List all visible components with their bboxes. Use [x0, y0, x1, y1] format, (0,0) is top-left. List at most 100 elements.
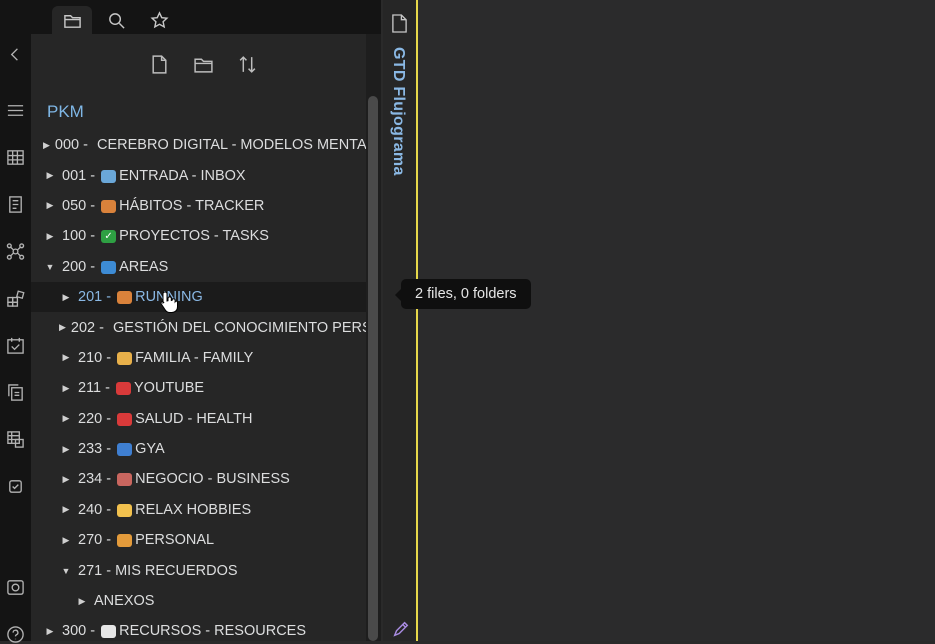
person-relaxing-icon [117, 503, 133, 517]
tab-file-explorer[interactable] [52, 6, 92, 34]
tree-item[interactable]: ▼ 271 - MIS RECUERDOS [31, 555, 366, 585]
tree-item[interactable]: ▶ 202 - GESTIÓN DEL CONOCIMIENTO PERSONAL [31, 312, 366, 342]
table-icon[interactable] [5, 147, 25, 167]
tree-item-label: PERSONAL [135, 532, 215, 549]
expand-triangle-icon[interactable]: ▶ [43, 170, 57, 181]
menu-icon[interactable] [5, 100, 25, 120]
tree-item-label: GESTIÓN DEL CONOCIMIENTO PERSONAL [113, 319, 366, 336]
folder-icon [63, 14, 81, 28]
main-editor-area[interactable] [418, 0, 935, 641]
vault-name[interactable]: PKM [47, 102, 84, 122]
expand-triangle-icon[interactable]: ▶ [59, 504, 73, 515]
tree-item-code: 271 - [78, 562, 112, 579]
new-folder-button[interactable] [191, 52, 215, 76]
collapse-sidebar-icon[interactable] [5, 44, 25, 64]
graph-view-icon[interactable] [5, 241, 25, 261]
expand-triangle-icon[interactable]: ▶ [59, 352, 73, 363]
tree-item-code: 211 - [78, 380, 110, 397]
tree-item-label: MIS RECUERDOS [115, 562, 238, 579]
tree-item[interactable]: ▶ 234 - NEGOCIO - BUSINESS [31, 464, 366, 494]
globe-icon [101, 260, 117, 274]
stacked-tab[interactable]: GTD Flujograma [383, 0, 416, 641]
expand-triangle-icon[interactable]: ▶ [75, 596, 89, 607]
tree-item[interactable]: ▶ 233 - GYA [31, 434, 366, 464]
vault-icon[interactable] [5, 577, 25, 597]
expand-triangle-icon[interactable]: ▶ [43, 200, 57, 211]
sort-button[interactable] [235, 52, 259, 76]
stacked-tab-title[interactable]: GTD Flujograma [389, 47, 407, 176]
runner-icon [117, 291, 133, 305]
tab-search[interactable] [96, 6, 136, 34]
tree-item-label: HÁBITOS - TRACKER [119, 197, 265, 214]
tree-item-label: AREAS [119, 258, 169, 275]
tree-item[interactable]: ▶ 300 - RECURSOS - RESOURCES [31, 616, 366, 641]
tree-item[interactable]: ▶ 000 - CEREBRO DIGITAL - MODELOS MENTALE… [31, 130, 366, 160]
document-icon [391, 14, 408, 38]
expand-triangle-icon[interactable]: ▶ [59, 535, 73, 546]
tree-item[interactable]: ▶ 001 - ENTRADA - INBOX [31, 160, 366, 190]
tree-item-code: 100 - [62, 228, 96, 245]
tree-item[interactable]: ▶ 211 - YOUTUBE [31, 373, 366, 403]
collapse-triangle-icon[interactable]: ▼ [59, 566, 73, 576]
tree-item-code: 202 - [70, 319, 104, 336]
tree-item[interactable]: ▶ ANEXOS [31, 586, 366, 616]
expand-triangle-icon[interactable]: ▶ [59, 474, 73, 485]
calendar-icon[interactable] [5, 335, 25, 355]
tree-item-label: NEGOCIO - BUSINESS [135, 471, 290, 488]
house-icon [117, 351, 133, 365]
expand-triangle-icon[interactable]: ▶ [59, 383, 73, 394]
expand-triangle-icon[interactable]: ▶ [59, 322, 66, 333]
sidebar-tab-strip [31, 0, 381, 34]
tree-item-label: SALUD - HEALTH [135, 410, 253, 427]
left-ribbon [0, 0, 31, 644]
tree-item[interactable]: ▶201 - RUNNING [31, 281, 366, 313]
inbox-tray-icon [101, 169, 117, 183]
file-explorer: PKM ▶ 000 - CEREBRO DIGITAL - MODELOS MEN… [31, 34, 366, 641]
tree-item[interactable]: ▶ 050 - HÁBITOS - TRACKER [31, 191, 366, 221]
blue-book-icon [117, 443, 133, 457]
collapse-triangle-icon[interactable]: ▼ [43, 262, 57, 272]
sidebar-scrollbar-thumb[interactable] [368, 96, 378, 641]
tree-item-code: 200 - [62, 258, 96, 275]
tree-item-label: FAMILIA - FAMILY [135, 349, 254, 366]
check-mark-icon: ✓ [101, 230, 117, 244]
tree-item-code: 240 - [78, 501, 112, 518]
new-note-button[interactable] [147, 52, 171, 76]
heart-icon [117, 412, 133, 426]
tree-item-label: CEREBRO DIGITAL - MODELOS MENTALES [97, 137, 366, 154]
tree-item-code: 210 - [78, 349, 112, 366]
expand-triangle-icon[interactable]: ▶ [59, 413, 73, 424]
compass-icon [117, 534, 133, 548]
help-icon[interactable] [5, 624, 25, 644]
new-folder-icon [193, 58, 213, 73]
edit-icon[interactable] [392, 620, 410, 643]
expand-triangle-icon[interactable]: ▶ [43, 626, 57, 637]
file-tree: ▶ 000 - CEREBRO DIGITAL - MODELOS MENTALE… [31, 130, 366, 641]
tree-item[interactable]: ▶ 210 - FAMILIA - FAMILY [31, 343, 366, 373]
tree-item[interactable]: ▶ 270 - PERSONAL [31, 525, 366, 555]
tree-item-label: RECURSOS - RESOURCES [119, 623, 307, 640]
expand-triangle-icon[interactable]: ▶ [43, 231, 57, 242]
copy-icon[interactable] [5, 382, 25, 402]
tree-item[interactable]: ▶ 100 - ✓ PROYECTOS - TASKS [31, 221, 366, 251]
red-flag-icon [116, 382, 132, 396]
tree-item-code: 300 - [62, 623, 96, 640]
tree-item[interactable]: ▼ 200 - AREAS [31, 252, 366, 282]
expand-triangle-icon[interactable]: ▶ [43, 140, 50, 151]
tree-item[interactable]: ▶ 220 - SALUD - HEALTH [31, 404, 366, 434]
expand-triangle-icon[interactable]: ▶ [59, 292, 73, 303]
tree-item-label: PROYECTOS - TASKS [119, 228, 269, 245]
templates-icon[interactable] [5, 194, 25, 214]
sort-icon [239, 55, 255, 73]
tree-item-label: YOUTUBE [134, 380, 205, 397]
spreadsheet-icon[interactable] [5, 429, 25, 449]
checkbox-icon[interactable] [5, 476, 25, 496]
page-icon [101, 625, 117, 639]
tree-item[interactable]: ▶ 240 - RELAX HOBBIES [31, 495, 366, 525]
plugins-icon[interactable] [5, 288, 25, 308]
star-icon [149, 10, 169, 28]
expand-triangle-icon[interactable]: ▶ [59, 444, 73, 455]
new-note-icon [151, 54, 167, 74]
tree-item-code: 270 - [78, 532, 112, 549]
tab-bookmarks[interactable] [139, 6, 179, 34]
